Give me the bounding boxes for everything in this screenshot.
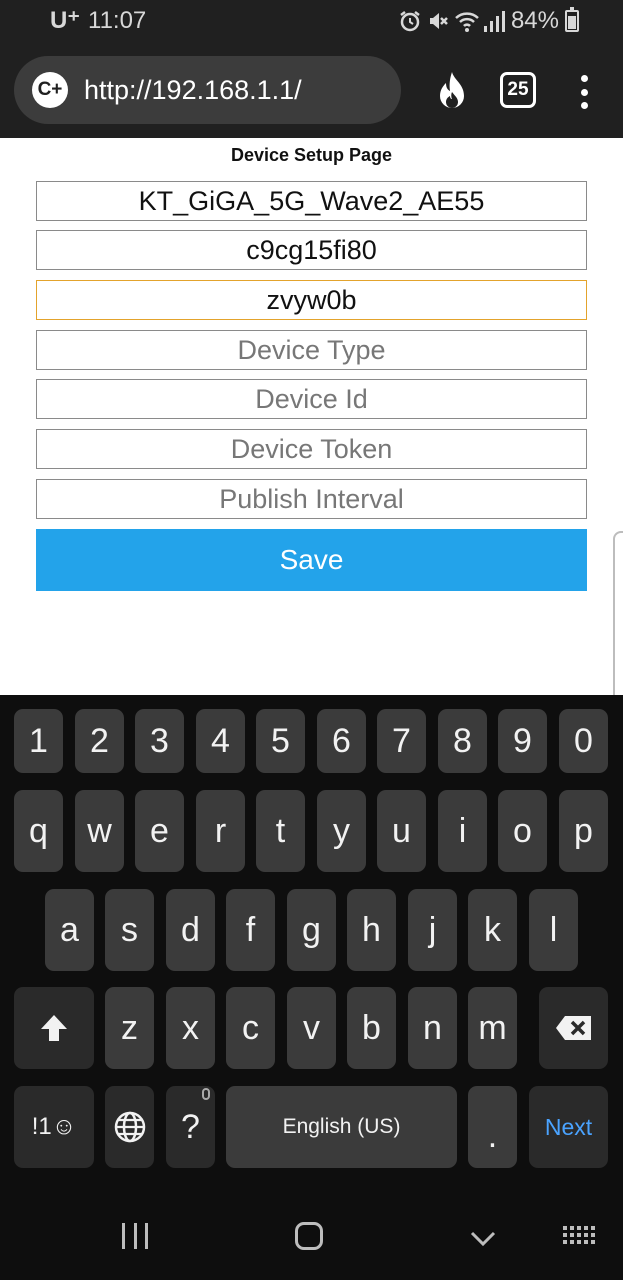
key-2[interactable]: 2 xyxy=(75,709,124,773)
save-button[interactable]: Save xyxy=(36,529,587,591)
key-u[interactable]: u xyxy=(377,790,426,872)
key-k[interactable]: k xyxy=(468,889,517,971)
mic-icon xyxy=(202,1088,210,1100)
address-bar[interactable]: C+ http://192.168.1.1/ xyxy=(14,56,401,124)
key-n[interactable]: n xyxy=(408,987,457,1069)
recent-apps-icon[interactable] xyxy=(122,1223,148,1249)
key-f[interactable]: f xyxy=(226,889,275,971)
wifi-icon xyxy=(455,12,479,32)
key-l[interactable]: l xyxy=(529,889,578,971)
key-d[interactable]: d xyxy=(166,889,215,971)
key-4[interactable]: 4 xyxy=(196,709,245,773)
keyboard-switch-icon[interactable] xyxy=(563,1226,595,1246)
space-key[interactable]: English (US) xyxy=(226,1086,457,1168)
key-9[interactable]: 9 xyxy=(498,709,547,773)
key-m[interactable]: m xyxy=(468,987,517,1069)
device-type-field[interactable] xyxy=(36,330,587,370)
key-h[interactable]: h xyxy=(347,889,396,971)
key-s[interactable]: s xyxy=(105,889,154,971)
navigation-bar xyxy=(0,1197,623,1280)
key-v[interactable]: v xyxy=(287,987,336,1069)
battery-percent: 84% xyxy=(510,7,559,34)
backspace-icon xyxy=(555,1016,591,1040)
key-3[interactable]: 3 xyxy=(135,709,184,773)
key-r[interactable]: r xyxy=(196,790,245,872)
language-key[interactable] xyxy=(105,1086,154,1168)
url-text[interactable]: http://192.168.1.1/ xyxy=(84,75,302,106)
key-j[interactable]: j xyxy=(408,889,457,971)
key-t[interactable]: t xyxy=(256,790,305,872)
key-8[interactable]: 8 xyxy=(438,709,487,773)
browser-toolbar: C+ http://192.168.1.1/ 25 xyxy=(0,42,623,138)
carrier-label: U⁺ xyxy=(50,7,80,34)
mute-icon xyxy=(430,13,448,29)
status-bar: U⁺ 11:07 84% xyxy=(0,0,623,42)
clock: 11:07 xyxy=(88,7,147,34)
soft-keyboard: 1 2 3 4 5 6 7 8 9 0 q w e r t y u i o p … xyxy=(0,695,623,1197)
key-b[interactable]: b xyxy=(347,987,396,1069)
more-menu-icon[interactable] xyxy=(570,72,598,112)
question-key[interactable]: ? xyxy=(166,1086,215,1168)
key-i[interactable]: i xyxy=(438,790,487,872)
key-z[interactable]: z xyxy=(105,987,154,1069)
key-y[interactable]: y xyxy=(317,790,366,872)
device-id-field[interactable] xyxy=(36,379,587,419)
shift-icon xyxy=(41,1015,67,1041)
key-0[interactable]: 0 xyxy=(559,709,608,773)
key-e[interactable]: e xyxy=(135,790,184,872)
key-a[interactable]: a xyxy=(45,889,94,971)
key-p[interactable]: p xyxy=(559,790,608,872)
key-5[interactable]: 5 xyxy=(256,709,305,773)
key-7[interactable]: 7 xyxy=(377,709,426,773)
battery-icon xyxy=(565,7,579,32)
next-key[interactable]: Next xyxy=(529,1086,608,1168)
key-1[interactable]: 1 xyxy=(14,709,63,773)
tabs-icon[interactable]: 25 xyxy=(500,72,536,108)
key-o[interactable]: o xyxy=(498,790,547,872)
alarm-icon xyxy=(400,11,420,32)
question-label: ? xyxy=(181,1107,200,1146)
key-w[interactable]: w xyxy=(75,790,124,872)
ssid-field[interactable] xyxy=(36,181,587,221)
key-c[interactable]: c xyxy=(226,987,275,1069)
page-title: Device Setup Page xyxy=(230,145,393,165)
key-q[interactable]: q xyxy=(14,790,63,872)
signal-icon xyxy=(484,11,505,32)
publish-interval-field[interactable] xyxy=(36,479,587,519)
key-g[interactable]: g xyxy=(287,889,336,971)
shift-key[interactable] xyxy=(14,987,94,1069)
focused-field[interactable] xyxy=(36,280,587,320)
device-token-field[interactable] xyxy=(36,429,587,469)
backspace-key[interactable] xyxy=(539,987,608,1069)
home-icon[interactable] xyxy=(295,1222,323,1250)
site-badge-icon[interactable]: C+ xyxy=(32,72,68,108)
password-field[interactable] xyxy=(36,230,587,270)
web-page: Device Setup Page Save xyxy=(0,138,623,771)
globe-icon xyxy=(114,1111,145,1143)
period-key[interactable]: . xyxy=(468,1086,517,1168)
key-x[interactable]: x xyxy=(166,987,215,1069)
flame-icon[interactable] xyxy=(434,70,470,112)
symbols-key[interactable]: !1☺ xyxy=(14,1086,94,1168)
hide-keyboard-icon[interactable] xyxy=(470,1225,496,1251)
key-6[interactable]: 6 xyxy=(317,709,366,773)
